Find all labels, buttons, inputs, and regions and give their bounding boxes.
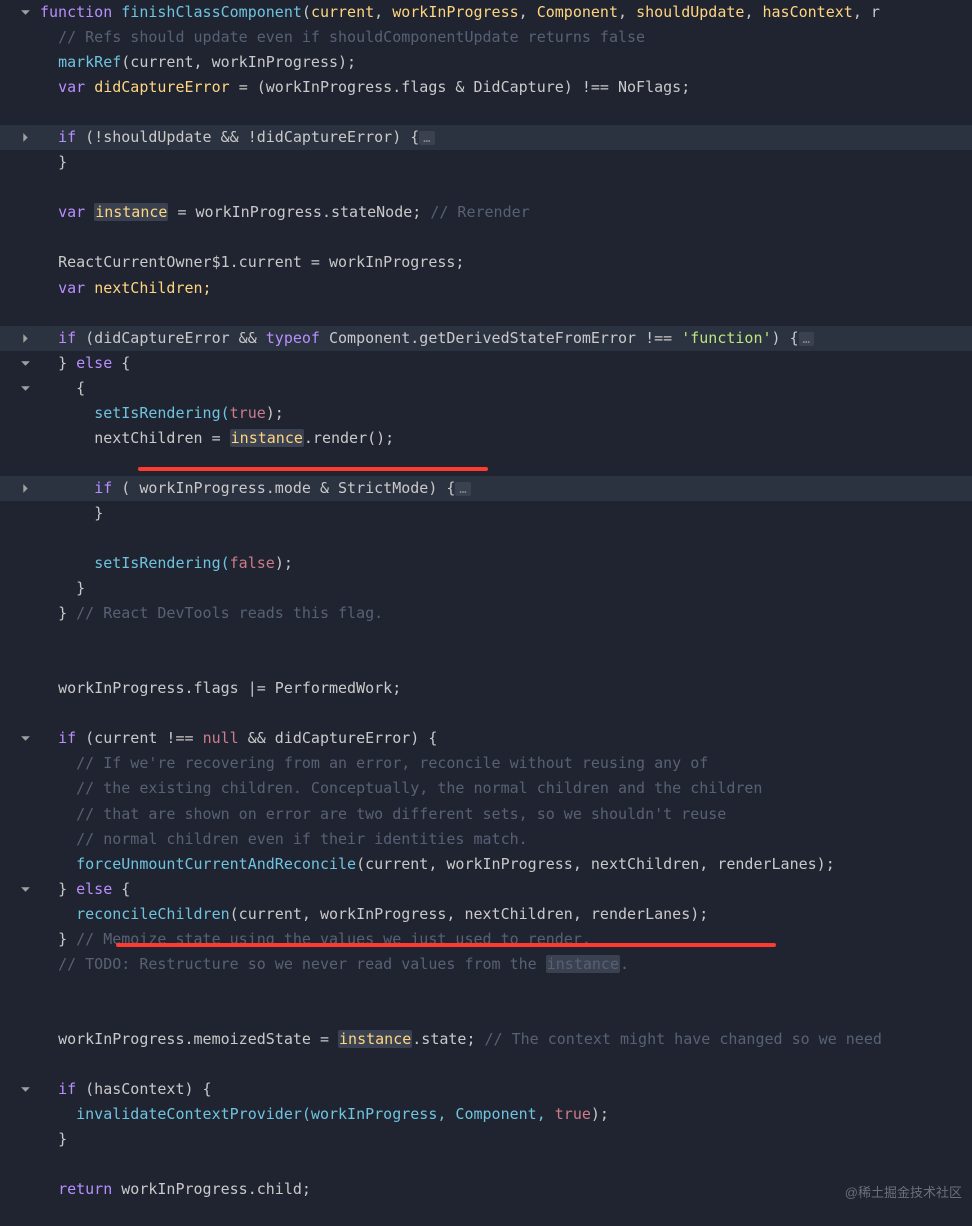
code-line[interactable]: // If we're recovering from an error, re… <box>0 751 972 776</box>
fold-ellipsis[interactable]: … <box>455 482 470 496</box>
code-line[interactable]: // that are shown on error are two diffe… <box>0 802 972 827</box>
fold-gutter[interactable] <box>0 125 38 150</box>
highlighted-identifier: instance <box>230 429 304 447</box>
code-line[interactable]: // TODO: Restructure so we never read va… <box>0 952 972 977</box>
code-line[interactable]: // normal children even if their identit… <box>0 827 972 852</box>
code-line[interactable]: } <box>0 576 972 601</box>
code-line[interactable]: } // React DevTools reads this flag. <box>0 601 972 626</box>
keyword: function <box>40 3 112 21</box>
code-line[interactable]: // the existing children. Conceptually, … <box>0 776 972 801</box>
code-line[interactable]: forceUnmountCurrentAndReconcile(current,… <box>0 852 972 877</box>
code-line-folded[interactable]: if (didCaptureError && typeof Component.… <box>0 326 972 351</box>
code-line[interactable]: } <box>0 501 972 526</box>
code-line[interactable]: workInProgress.flags |= PerformedWork; <box>0 676 972 701</box>
code-line[interactable]: if (hasContext) { <box>0 1077 972 1102</box>
code-line[interactable]: function finishClassComponent(current, w… <box>0 0 972 25</box>
code-line[interactable]: } else { <box>0 351 972 376</box>
annotation-underline <box>138 467 488 471</box>
code-line[interactable]: var instance = workInProgress.stateNode;… <box>0 200 972 225</box>
chevron-down-icon[interactable] <box>18 882 32 896</box>
code-line[interactable]: markRef(current, workInProgress); <box>0 50 972 75</box>
code-line[interactable] <box>0 526 972 551</box>
watermark: @稀土掘金技术社区 <box>845 1182 962 1204</box>
code-line[interactable]: } <box>0 1127 972 1152</box>
code-line[interactable] <box>0 175 972 200</box>
code-line[interactable]: reconcileChildren(current, workInProgres… <box>0 902 972 927</box>
code-line[interactable]: } // Memoize state using the values we j… <box>0 927 972 952</box>
chevron-down-icon[interactable] <box>18 6 32 20</box>
fold-gutter[interactable] <box>0 1077 38 1102</box>
code-line[interactable] <box>0 626 972 651</box>
code-line[interactable]: return workInProgress.child; <box>0 1177 972 1202</box>
code-line[interactable]: } <box>0 150 972 175</box>
code-line[interactable]: { <box>0 376 972 401</box>
code-line[interactable] <box>0 701 972 726</box>
chevron-down-icon[interactable] <box>18 732 32 746</box>
code-line[interactable]: } else { <box>0 877 972 902</box>
code-line[interactable] <box>0 1002 972 1027</box>
code-line[interactable] <box>0 301 972 326</box>
chevron-down-icon[interactable] <box>18 356 32 370</box>
code-line[interactable]: ReactCurrentOwner$1.current = workInProg… <box>0 250 972 275</box>
code-line[interactable]: invalidateContextProvider(workInProgress… <box>0 1102 972 1127</box>
code-line[interactable]: nextChildren = instance.render(); <box>0 426 972 451</box>
code-line[interactable] <box>0 100 972 125</box>
code-line[interactable]: if (current !== null && didCaptureError)… <box>0 726 972 751</box>
code-line-folded[interactable]: if (!shouldUpdate && !didCaptureError) {… <box>0 125 972 150</box>
chevron-right-icon[interactable] <box>18 131 32 145</box>
fold-gutter[interactable] <box>0 351 38 376</box>
code-line-folded[interactable]: if ( workInProgress.mode & StrictMode) {… <box>0 476 972 501</box>
code-line[interactable]: workInProgress.memoizedState = instance.… <box>0 1027 972 1052</box>
fold-ellipsis[interactable]: … <box>799 332 814 346</box>
code-line[interactable] <box>0 451 972 476</box>
code-line[interactable]: setIsRendering(false); <box>0 551 972 576</box>
code-line[interactable] <box>0 651 972 676</box>
fold-gutter[interactable] <box>0 326 38 351</box>
function-name: finishClassComponent <box>121 3 302 21</box>
code-line[interactable] <box>0 977 972 1002</box>
highlighted-identifier: instance <box>94 203 168 221</box>
code-line[interactable] <box>0 1052 972 1077</box>
fold-gutter[interactable] <box>0 726 38 751</box>
annotation-underline <box>116 943 776 947</box>
fold-gutter[interactable] <box>0 476 38 501</box>
fold-ellipsis[interactable]: … <box>419 131 434 145</box>
chevron-down-icon[interactable] <box>18 381 32 395</box>
chevron-right-icon[interactable] <box>18 481 32 495</box>
code-line[interactable]: // Refs should update even if shouldComp… <box>0 25 972 50</box>
code-editor[interactable]: function finishClassComponent(current, w… <box>0 0 972 1202</box>
comment: // Refs should update even if shouldComp… <box>58 28 645 46</box>
chevron-down-icon[interactable] <box>18 1083 32 1097</box>
fold-gutter[interactable] <box>0 877 38 902</box>
code-line[interactable]: setIsRendering(true); <box>0 401 972 426</box>
fold-gutter[interactable] <box>0 0 38 25</box>
chevron-right-icon[interactable] <box>18 331 32 345</box>
highlighted-identifier: instance <box>338 1030 412 1048</box>
code-line[interactable] <box>0 1152 972 1177</box>
code-line[interactable] <box>0 225 972 250</box>
code-line[interactable]: var nextChildren; <box>0 276 972 301</box>
fold-gutter[interactable] <box>0 376 38 401</box>
code-line[interactable]: var didCaptureError = (workInProgress.fl… <box>0 75 972 100</box>
